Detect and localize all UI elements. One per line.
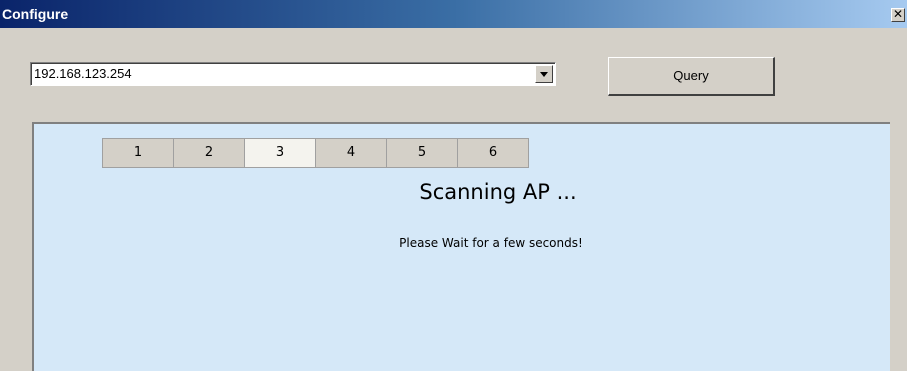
step-2: 2 — [173, 138, 245, 168]
step-indicator: 1 2 3 4 5 6 — [102, 138, 529, 168]
step-1: 1 — [102, 138, 174, 168]
configure-window: Configure ✕ 192.168.123.254 Query 1 2 3 … — [0, 0, 907, 371]
query-button[interactable]: Query — [608, 57, 775, 96]
title-bar[interactable]: Configure ✕ — [0, 0, 907, 28]
scanning-heading: Scanning AP ... — [419, 180, 577, 204]
wait-message: Please Wait for a few seconds! — [399, 236, 583, 250]
address-combobox[interactable]: 192.168.123.254 — [30, 62, 556, 86]
close-icon[interactable]: ✕ — [891, 8, 905, 22]
window-title: Configure — [2, 6, 69, 22]
step-4: 4 — [315, 138, 387, 168]
step-6: 6 — [457, 138, 529, 168]
dropdown-arrow-icon[interactable] — [535, 65, 553, 83]
status-panel: 1 2 3 4 5 6 Scanning AP ... Please Wait … — [32, 122, 890, 371]
step-3: 3 — [244, 138, 316, 168]
address-value: 192.168.123.254 — [34, 66, 132, 81]
step-5: 5 — [386, 138, 458, 168]
